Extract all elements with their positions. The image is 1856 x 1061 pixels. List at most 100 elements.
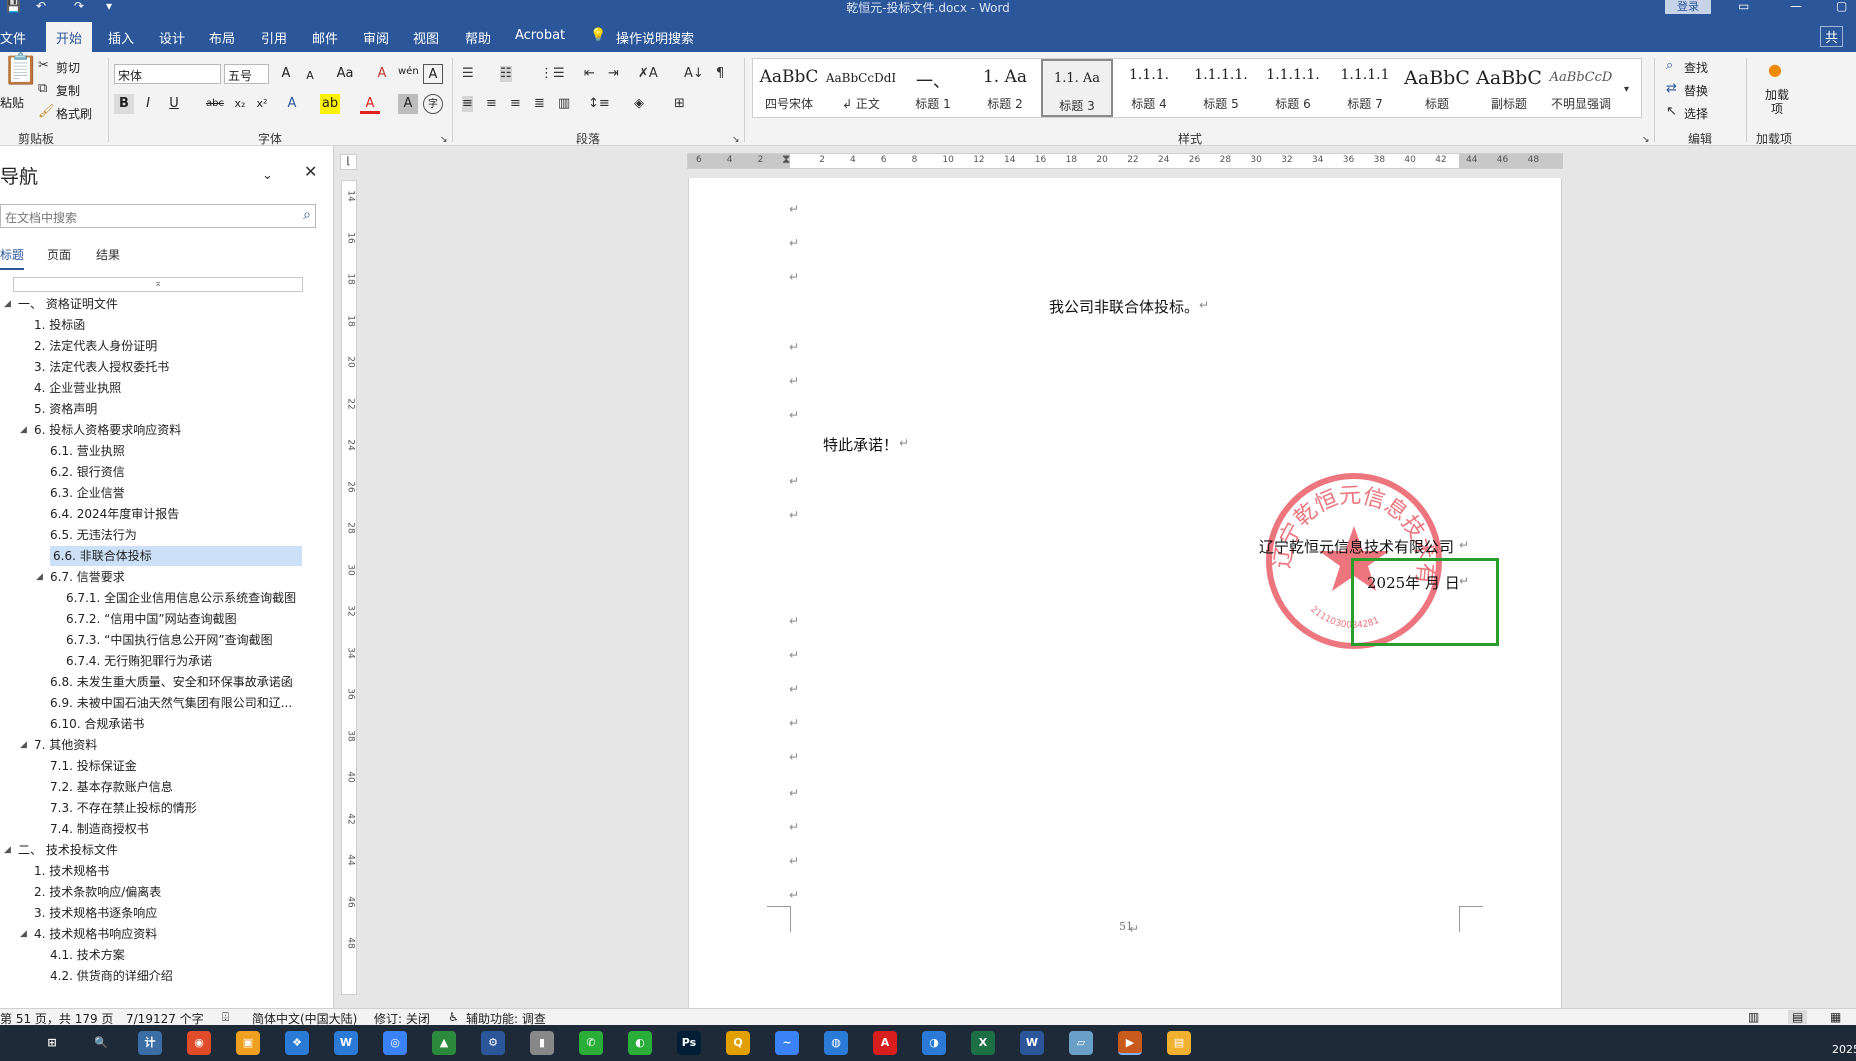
nav-tab-headings[interactable]: 标题 [0,246,25,270]
copy-icon[interactable]: ⧉ [38,81,47,97]
cut-button[interactable]: 剪切 [56,59,80,76]
select-icon[interactable]: ↖ [1666,104,1677,120]
char-shading-button[interactable]: A [398,94,418,114]
search-icon[interactable]: 🔍 [89,1031,113,1055]
nav-heading-item[interactable]: 2. 法定代表人身份证明 [34,336,157,356]
style-item[interactable]: 1.1.1.1. 标题 5 [1185,59,1257,117]
nav-heading-item[interactable]: 二、 技术投标文件 [18,840,118,860]
nav-heading-item[interactable]: 5. 资格声明 [34,399,97,419]
nav-heading-item[interactable]: 6.7. 信誉要求 [50,567,125,587]
find-button[interactable]: 查找 [1684,59,1708,76]
replace-button[interactable]: 替换 [1684,82,1708,99]
nav-heading-item[interactable]: 6.7.3. “中国执行信息公开网”查询截图 [66,630,273,650]
nav-heading-item[interactable]: 6. 投标人资格要求响应资料 [34,420,181,440]
nav-heading-item[interactable]: 1. 投标函 [34,315,85,335]
grow-font-button[interactable]: A [276,64,296,84]
char-border-button[interactable]: A [423,64,443,84]
app-icon[interactable]: ▣ [236,1031,260,1055]
app-icon[interactable]: W [334,1031,358,1055]
accessibility-icon[interactable]: ♿ [448,1010,459,1024]
nav-heading-item[interactable]: 7.4. 制造商授权书 [50,819,149,839]
styles-more-icon[interactable]: ▾ [1624,82,1629,98]
tell-me-search[interactable]: 操作说明搜索 [616,28,694,47]
bullets-icon[interactable]: ☰ [462,66,474,82]
show-marks-icon[interactable]: ¶ [716,66,724,82]
cut-icon[interactable]: ✂ [38,58,49,74]
nav-heading-item[interactable]: 6.3. 企业信誉 [50,483,125,503]
nav-heading-item[interactable]: 6.7.4. 无行贿犯罪行为承诺 [66,651,212,671]
app-icon[interactable]: ~ [775,1031,799,1055]
share-button[interactable]: 共 [1820,26,1844,47]
indent-marker-icon[interactable]: ⧗ [782,152,790,167]
tab-help[interactable]: 帮助 [465,28,491,47]
style-item[interactable]: 1.1.1.1. 标题 6 [1257,59,1329,117]
acrobat-icon[interactable]: A [873,1031,897,1055]
nav-heading-item[interactable]: 一、 资格证明文件 [18,294,118,314]
nav-heading-item[interactable]: 4.1. 技术方案 [50,945,125,965]
tab-mailings[interactable]: 邮件 [312,28,338,47]
nav-heading-item[interactable]: 4.2. 供货商的详细介绍 [50,966,173,986]
word-icon[interactable]: W [1020,1031,1044,1055]
tab-insert[interactable]: 插入 [108,28,134,47]
login-button[interactable]: 登录 [1665,0,1711,14]
search-icon[interactable]: ⌕ [303,207,311,223]
style-item[interactable]: AaBbCcDdI ↲ 正文 [825,59,897,117]
tab-review[interactable]: 审阅 [363,28,389,47]
style-item[interactable]: AaBbCcD 不明显强调 [1545,59,1617,117]
nav-scroll-up-icon[interactable]: ⌅ [13,277,303,292]
app-icon[interactable]: ▱ [1069,1031,1093,1055]
highlight-button[interactable]: ab [320,94,340,114]
tab-file[interactable]: 文件 [0,28,26,47]
subscript-button[interactable]: x₂ [230,94,250,114]
nav-heading-item[interactable]: 1. 技术规格书 [34,861,109,881]
tab-references[interactable]: 引用 [261,28,287,47]
nav-heading-item[interactable]: 6.1. 营业执照 [50,441,125,461]
increase-indent-icon[interactable]: ⇥ [608,66,619,82]
nav-heading-item-selected[interactable]: 6.6. 非联合体投标 [50,546,302,566]
numbering-icon[interactable]: ☷ [500,66,512,82]
style-item[interactable]: 1.1.1. 标题 4 [1113,59,1185,117]
tab-layout[interactable]: 布局 [209,28,235,47]
paste-label[interactable]: 粘贴 [0,94,24,111]
wechat-icon[interactable]: ✆ [579,1031,603,1055]
calculator-icon[interactable]: 计 [138,1031,162,1055]
nav-collapse-icon[interactable]: ◢ [4,840,11,860]
style-item[interactable]: 1. Aa 标题 2 [969,59,1041,117]
qq-icon[interactable]: Q [726,1031,750,1055]
text-effects-button[interactable]: A [282,94,302,114]
read-mode-icon[interactable]: ▥ [1748,1010,1759,1024]
close-icon[interactable]: ✕ [304,164,317,180]
nav-tab-results[interactable]: 结果 [96,246,120,263]
print-layout-icon[interactable]: ▤ [1788,1010,1808,1024]
strikethrough-button[interactable]: abc [202,94,228,114]
clock[interactable]: 2025 [1832,1043,1856,1056]
select-button[interactable]: 选择 [1684,105,1708,122]
nav-collapse-icon[interactable]: ◢ [20,420,27,440]
nav-heading-item[interactable]: 7.2. 基本存款账户信息 [50,777,173,797]
nav-heading-item[interactable]: 6.10. 合规承诺书 [50,714,144,734]
chinese-layout-icon[interactable]: ✗A [638,66,658,82]
app-icon[interactable]: ◍ [824,1031,848,1055]
shading-icon[interactable]: ◈ [634,96,644,112]
app-icon[interactable]: ◑ [922,1031,946,1055]
decrease-indent-icon[interactable]: ⇤ [584,66,595,82]
align-center-icon[interactable]: ≡ [486,96,497,112]
chrome-icon[interactable]: ◉ [187,1031,211,1055]
tab-design[interactable]: 设计 [159,28,185,47]
nav-heading-item[interactable]: 6.7.1. 全国企业信用信息公示系统查询截图 [66,588,296,608]
distributed-icon[interactable]: ▥ [558,96,570,112]
style-item[interactable]: 一、 标题 1 [897,59,969,117]
nav-heading-item[interactable]: 6.4. 2024年度审计报告 [50,504,179,524]
nav-tab-pages[interactable]: 页面 [47,246,71,263]
nav-heading-item[interactable]: 3. 法定代表人授权委托书 [34,357,169,377]
tab-acrobat[interactable]: Acrobat [515,28,565,43]
format-painter-button[interactable]: 格式刷 [56,105,92,122]
sort-icon[interactable]: A↓ [684,66,704,82]
minimize-icon[interactable]: — [1790,0,1802,13]
ribbon-display-icon[interactable]: ▭ [1738,0,1749,13]
nav-search-input[interactable]: 在文档中搜索 ⌕ [0,204,316,228]
doc-paragraph[interactable]: 我公司非联合体投标。 [1049,296,1199,317]
app-icon[interactable]: ▮ [530,1031,554,1055]
font-name-combo[interactable]: 宋体 [114,64,221,84]
copy-button[interactable]: 复制 [56,82,80,99]
